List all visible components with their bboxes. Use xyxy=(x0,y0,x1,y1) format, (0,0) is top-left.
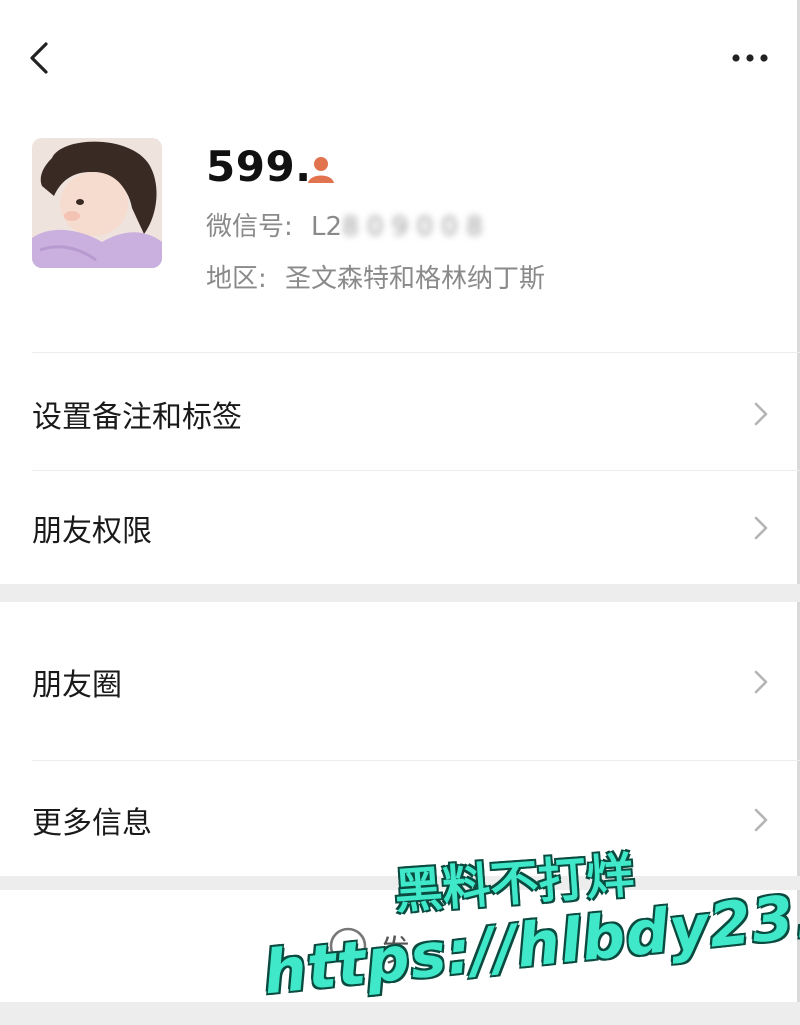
divider xyxy=(32,470,800,471)
region-label: 地区: xyxy=(206,264,267,294)
menu-item-label: 更多信息 xyxy=(32,806,152,841)
chevron-right-icon xyxy=(754,516,768,540)
wechat-id-value: L2 xyxy=(311,212,343,242)
wechat-id-obscured: 8 0 9 0 0 8 xyxy=(342,212,483,242)
top-bar xyxy=(0,0,800,120)
profile-header: 599. 微信号: L28 0 9 0 0 8 地区: 圣文森特和格林纳丁斯 xyxy=(0,120,800,350)
more-options-button[interactable] xyxy=(728,44,772,72)
chevron-right-icon xyxy=(754,670,768,694)
menu-item-moments[interactable]: 朋友圈 xyxy=(0,626,800,738)
menu-item-label: 朋友权限 xyxy=(32,514,152,549)
region-value: 圣文森特和格林纳丁斯 xyxy=(285,264,546,294)
divider xyxy=(32,352,800,353)
chevron-right-icon xyxy=(754,808,768,832)
watermark-overlay: 黑料不打烊 https://hlbdy23.com xyxy=(260,842,800,1009)
chevron-right-icon xyxy=(754,402,768,426)
menu-item-label: 朋友圈 xyxy=(32,668,122,703)
contact-name: 599. xyxy=(206,142,312,191)
chevron-left-icon xyxy=(30,42,48,74)
divider xyxy=(32,760,800,761)
back-button[interactable] xyxy=(22,36,62,80)
menu-item-set-remark-and-tags[interactable]: 设置备注和标签 xyxy=(0,358,800,470)
more-dots-icon xyxy=(732,54,768,62)
wechat-id: 微信号: L28 0 9 0 0 8 xyxy=(206,206,483,243)
wechat-id-label: 微信号: xyxy=(206,212,293,242)
person-icon xyxy=(308,157,334,183)
section-gap xyxy=(0,1002,800,1025)
avatar[interactable] xyxy=(32,138,162,268)
region: 地区: 圣文森特和格林纳丁斯 xyxy=(206,258,545,295)
avatar-image xyxy=(32,138,162,268)
section-gap xyxy=(0,584,800,602)
menu-item-friend-permissions[interactable]: 朋友权限 xyxy=(0,472,800,584)
menu-item-label: 设置备注和标签 xyxy=(32,400,242,435)
